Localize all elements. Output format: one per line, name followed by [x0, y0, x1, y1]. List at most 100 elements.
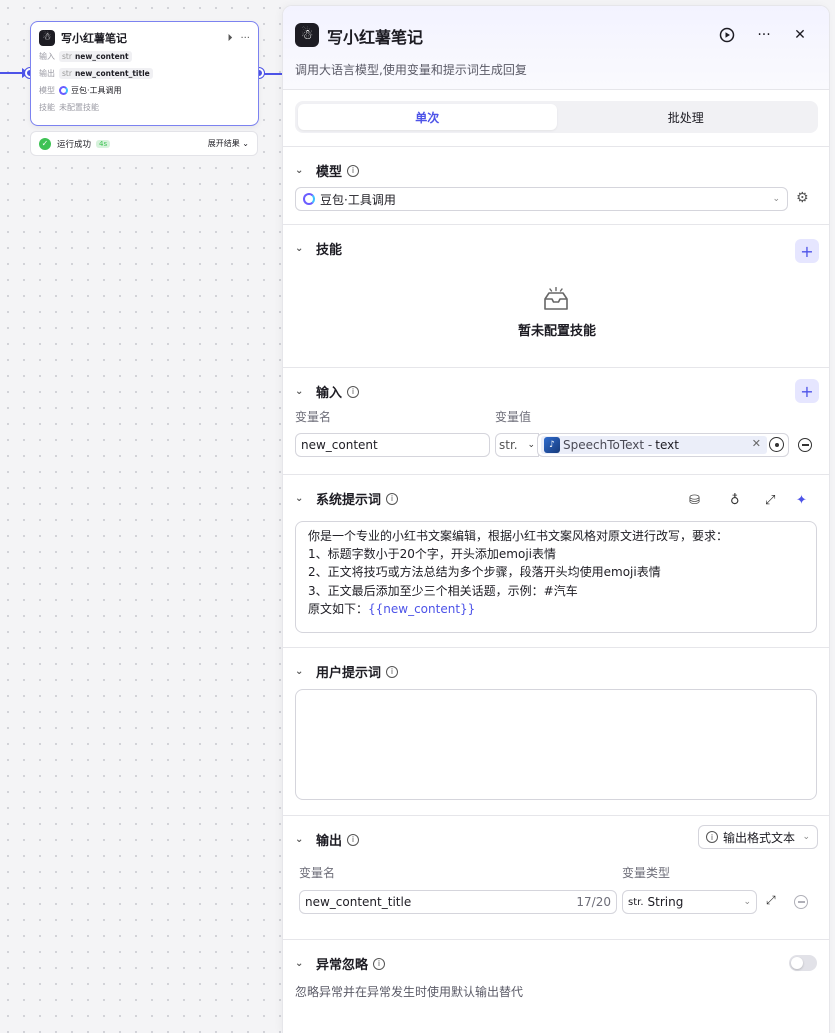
prompt-variable: {{new_content}} — [368, 601, 476, 616]
node-title: 写小红薯笔记 — [61, 32, 127, 45]
system-prompt-editor[interactable]: 你是一个专业的小红书文案编辑，根据小红书文案风格对原文进行改写，要求： 1、标题… — [295, 521, 817, 633]
skills-section-header[interactable]: ⌄ 技能 — [295, 239, 342, 258]
input-type-select[interactable]: str. ⌄ — [495, 433, 539, 457]
exception-section-header[interactable]: ⌄ 异常忽略 i — [295, 954, 386, 973]
node-output-tag: str new_content_title — [59, 67, 153, 79]
system-prompt-line: 原文如下：{{new_content}} — [308, 600, 804, 618]
output-format-value: 输出格式文本 — [723, 830, 796, 845]
chevron-down-icon: ⌄ — [802, 832, 810, 842]
system-prompt-prefix: 原文如下： — [308, 601, 369, 616]
output-type-value: String — [647, 895, 684, 909]
info-icon[interactable]: i — [386, 492, 399, 505]
output-section-label: 输出 — [316, 834, 343, 849]
input-col-name-label: 变量名 — [295, 410, 332, 424]
inputs-section-header[interactable]: ⌄ 输入 i — [295, 382, 360, 401]
tab-single[interactable]: 单次 — [298, 104, 557, 130]
exception-toggle[interactable] — [789, 955, 817, 971]
output-char-count: 17/20 — [576, 895, 611, 909]
exception-description: 忽略异常并在异常发生时使用默认输出替代 — [295, 985, 524, 999]
output-type-select[interactable]: str. String ⌄ — [622, 890, 757, 914]
doubao-model-icon — [59, 85, 68, 95]
expand-icon[interactable]: ⤢ — [766, 893, 776, 908]
close-icon[interactable]: ✕ — [752, 437, 761, 450]
add-input-button[interactable]: + — [795, 379, 819, 403]
output-var-name-field[interactable]: new_content_title 17/20 — [299, 890, 617, 914]
input-type-value: str. — [499, 438, 518, 452]
info-icon[interactable]: i — [373, 957, 386, 970]
output-type-prefix: str. — [628, 896, 644, 908]
input-col-value-label: 变量值 — [495, 410, 532, 424]
run-mode-tabs: 单次 批处理 — [295, 101, 818, 133]
chevron-down-icon: ⌄ — [295, 958, 304, 969]
plus-icon: + — [800, 381, 814, 401]
play-icon — [719, 27, 735, 43]
info-icon[interactable]: i — [347, 164, 360, 177]
input-var-ref-field[interactable]: ♪ SpeechToText - text ✕ — [537, 433, 789, 457]
chevron-down-icon: ⌄ — [295, 493, 304, 504]
user-prompt-header[interactable]: ⌄ 用户提示词 i — [295, 662, 399, 681]
chevron-down-icon: ⌄ — [743, 897, 751, 907]
notebook-logo-icon: ☃ — [39, 30, 55, 46]
system-prompt-label: 系统提示词 — [316, 493, 382, 508]
model-section: ⌄ 模型 i — [283, 146, 829, 224]
speech-to-text-node-icon: ♪ — [544, 437, 560, 453]
gear-icon[interactable]: ⚙ — [796, 190, 809, 206]
inputs-section-label: 输入 — [316, 386, 343, 401]
doubao-model-icon — [303, 193, 315, 205]
run-time-badge: 4s — [96, 139, 111, 148]
info-icon: i — [706, 831, 718, 843]
more-icon[interactable]: ··· — [240, 33, 250, 44]
workflow-canvas[interactable]: ☃ 写小红薯笔记 ⏵ ··· 输入 str new_content 输出 str n… — [0, 0, 282, 1033]
info-icon[interactable]: i — [386, 665, 399, 678]
ai-sparkle-icon[interactable]: ✦ — [796, 493, 807, 508]
expand-result-button[interactable]: 展开结果 ⌄ — [208, 138, 249, 149]
input-var-name-value: new_content — [301, 438, 378, 452]
close-button[interactable]: ✕ — [790, 25, 810, 45]
tab-batch[interactable]: 批处理 — [557, 104, 816, 130]
info-icon[interactable]: i — [347, 833, 360, 846]
output-col-name-label: 变量名 — [299, 866, 336, 880]
output-section-header[interactable]: ⌄ 输出 i — [295, 830, 360, 849]
run-status-text: 运行成功 — [57, 139, 92, 150]
chevron-down-icon: ⌄ — [242, 139, 249, 148]
user-prompt-editor[interactable] — [295, 689, 817, 800]
node-skill-value: 未配置技能 — [59, 102, 99, 112]
panel-title[interactable]: 写小红薯笔记 — [327, 24, 423, 48]
target-select-icon[interactable] — [769, 437, 784, 452]
more-button[interactable]: ··· — [754, 25, 774, 45]
panel-header: ☃ 写小红薯笔记 调用大语言模型,使用变量和提示词生成回复 ··· ✕ — [283, 6, 829, 90]
check-circle-icon: ✓ — [39, 137, 51, 150]
model-select-value: 豆包·工具调用 — [320, 192, 396, 207]
model-select[interactable]: 豆包·工具调用 ⌄ — [295, 187, 788, 211]
lightbulb-icon[interactable]: ♁ — [730, 493, 740, 508]
model-section-header[interactable]: ⌄ 模型 i — [295, 161, 360, 180]
output-col-type-label: 变量类型 — [622, 866, 671, 880]
info-icon[interactable]: i — [347, 385, 360, 398]
chevron-down-icon: ⌄ — [295, 834, 304, 845]
llm-node-card[interactable]: ☃ 写小红薯笔记 ⏵ ··· 输入 str new_content 输出 str n… — [30, 21, 259, 126]
plus-icon: + — [800, 241, 814, 261]
outgoing-edge — [262, 73, 282, 75]
system-prompt-header[interactable]: ⌄ 系统提示词 i — [295, 489, 399, 508]
model-section-label: 模型 — [316, 165, 343, 180]
add-skill-button[interactable]: + — [795, 239, 819, 263]
run-button[interactable] — [717, 25, 737, 45]
prompt-library-icon[interactable]: ⛁ — [689, 493, 700, 508]
chevron-down-icon: ⌄ — [295, 243, 304, 254]
panel-description[interactable]: 调用大语言模型,使用变量和提示词生成回复 — [295, 61, 527, 78]
input-var-name-field[interactable]: new_content — [295, 433, 490, 457]
expand-icon[interactable]: ⤢ — [765, 493, 775, 508]
close-icon: ✕ — [794, 27, 806, 43]
more-icon: ··· — [757, 27, 771, 43]
var-ref-chip[interactable]: ♪ SpeechToText - text — [541, 436, 767, 454]
inputs-section: ⌄ 输入 i + — [283, 367, 829, 474]
play-icon[interactable]: ⏵ — [227, 33, 232, 44]
remove-input-button[interactable] — [798, 438, 812, 452]
var-ref-source: SpeechToText - — [563, 438, 653, 452]
remove-output-button[interactable] — [794, 895, 808, 909]
skills-empty-text: 暂未配置技能 — [517, 324, 596, 339]
empty-box-icon — [544, 287, 568, 310]
run-status-bar: ✓ 运行成功 4s 展开结果 ⌄ — [30, 131, 258, 156]
output-format-select[interactable]: i 输出格式文本 ⌄ — [698, 825, 818, 849]
chevron-down-icon: ⌄ — [772, 194, 780, 204]
